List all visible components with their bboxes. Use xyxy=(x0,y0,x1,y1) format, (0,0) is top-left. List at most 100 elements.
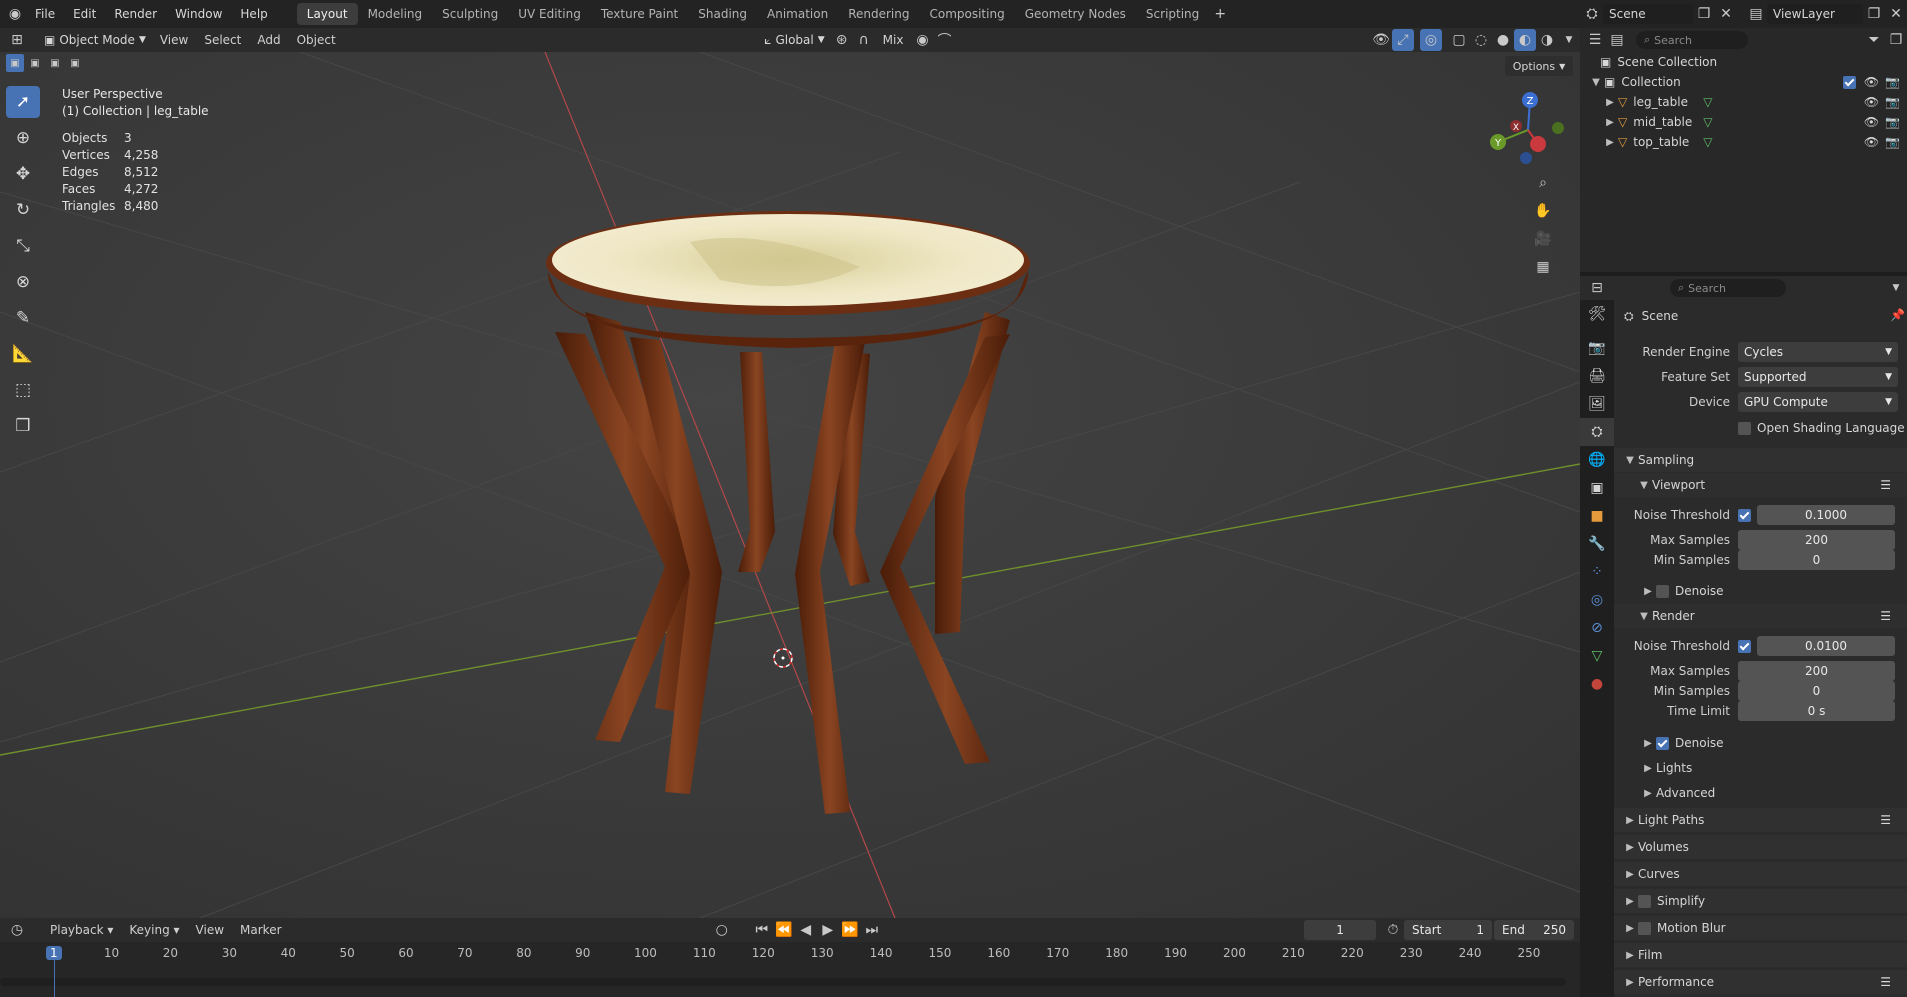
camera-icon[interactable]: 📷 xyxy=(1885,115,1900,129)
menu-edit[interactable]: Edit xyxy=(64,0,105,28)
menu-select[interactable]: Select xyxy=(196,30,249,50)
exclude-checkbox[interactable] xyxy=(1842,75,1856,89)
menu-object[interactable]: Object xyxy=(289,30,344,50)
properties-editor-icon[interactable]: ⊟ xyxy=(1586,277,1608,299)
view-layer-tab-icon[interactable]: 🖼 xyxy=(1580,390,1614,418)
outliner-row-top-table[interactable]: ▶ ▽ top_table ▽ 👁 📷 xyxy=(1602,132,1900,152)
viewport-noise-threshold-field[interactable]: 0.1000 xyxy=(1757,505,1895,525)
jump-keyframe-forward-icon[interactable]: ⏩ xyxy=(839,919,861,941)
pivot-icon[interactable]: ⊛ xyxy=(831,29,853,51)
snap-icon[interactable]: ∩ xyxy=(853,29,875,51)
end-frame-field[interactable]: End 250 xyxy=(1494,920,1575,940)
outliner-row-mid-table[interactable]: ▶ ▽ mid_table ▽ 👁 📷 xyxy=(1602,112,1900,132)
filter-icon[interactable]: ⏷ xyxy=(1863,29,1885,51)
tool-tab-icon[interactable]: 🛠 xyxy=(1580,300,1614,328)
tab-modeling[interactable]: Modeling xyxy=(358,3,433,25)
transform-tool-icon[interactable]: ⊗ xyxy=(6,266,40,298)
auto-key-icon[interactable]: ○ xyxy=(711,919,733,941)
menu-marker[interactable]: Marker xyxy=(232,920,289,940)
display-mode-icon[interactable]: ▤ xyxy=(1606,29,1628,51)
visibility-icon[interactable]: 👁 xyxy=(1370,29,1392,51)
wireframe-shading-icon[interactable]: ◌ xyxy=(1470,29,1492,51)
menu-view[interactable]: View xyxy=(152,30,196,50)
select-box-tool-icon[interactable]: ➚ xyxy=(6,86,40,118)
outliner-row-scene-collection[interactable]: ▣ Scene Collection xyxy=(1600,52,1717,72)
start-frame-field[interactable]: Start 1 xyxy=(1404,920,1493,940)
blender-logo-icon[interactable]: ◉ xyxy=(4,3,26,25)
panel-motion-blur[interactable]: ▶ Motion Blur xyxy=(1614,916,1907,940)
menu-help[interactable]: Help xyxy=(231,0,276,28)
menu-render[interactable]: Render xyxy=(105,0,166,28)
material-tab-icon[interactable]: ● xyxy=(1580,670,1614,698)
solid-shading-icon[interactable]: ● xyxy=(1492,29,1514,51)
select-subtract-icon[interactable]: ▣ xyxy=(46,54,64,72)
panel-curves[interactable]: ▶ Curves xyxy=(1614,862,1907,886)
rendered-shading-icon[interactable]: ◑ xyxy=(1536,29,1558,51)
eye-icon[interactable]: 👁 xyxy=(1864,115,1879,129)
simplify-checkbox[interactable] xyxy=(1638,894,1651,908)
chevron-right-icon[interactable]: ▶ xyxy=(1602,97,1618,108)
xray-icon[interactable]: ▢ xyxy=(1448,29,1470,51)
play-reverse-icon[interactable]: ◀ xyxy=(795,919,817,941)
overlay-toggle-icon[interactable]: ◎ xyxy=(1420,29,1442,51)
motion-blur-checkbox[interactable] xyxy=(1638,921,1651,935)
outliner-editor-icon[interactable]: ☰ xyxy=(1584,29,1606,51)
select-intersect-icon[interactable]: ▣ xyxy=(66,54,84,72)
menu-add[interactable]: Add xyxy=(249,30,288,50)
outliner-search-input[interactable]: ⌕ Search xyxy=(1636,31,1748,49)
chevron-right-icon[interactable]: ▶ xyxy=(1602,137,1618,148)
time-limit-field[interactable]: 0 s xyxy=(1738,701,1895,721)
constraints-tab-icon[interactable]: ⊘ xyxy=(1580,614,1614,642)
render-engine-select[interactable]: Cycles ▼ xyxy=(1738,342,1898,362)
osl-checkbox[interactable] xyxy=(1738,421,1751,435)
tab-uv-editing[interactable]: UV Editing xyxy=(508,3,591,25)
menu-keying[interactable]: Keying ▾ xyxy=(121,920,187,940)
chevron-right-icon[interactable]: ▶ xyxy=(1602,117,1618,128)
zoom-icon[interactable]: ⌕ xyxy=(1532,172,1554,194)
options-dropdown[interactable]: Options ▼ xyxy=(1505,56,1573,76)
output-tab-icon[interactable]: 🖨 xyxy=(1580,362,1614,390)
outliner-row-leg-table[interactable]: ▶ ▽ leg_table ▽ 👁 📷 xyxy=(1602,92,1900,112)
camera-icon[interactable]: 📷 xyxy=(1885,75,1900,89)
new-collection-icon[interactable]: ❐ xyxy=(1885,29,1907,51)
timeline-ruler[interactable]: 1 10 20 30 40 50 60 70 80 90 100 110 120 130 140 150 160… xyxy=(0,942,1580,997)
playhead-frame[interactable]: 1 xyxy=(46,946,62,960)
viewport-max-samples-field[interactable]: 200 xyxy=(1738,530,1895,550)
menu-window[interactable]: Window xyxy=(166,0,231,28)
jump-end-icon[interactable]: ⏭ xyxy=(861,919,883,941)
view-layer-icon[interactable]: ▤ xyxy=(1745,3,1767,25)
feature-set-select[interactable]: Supported ▼ xyxy=(1738,367,1898,387)
pin-icon[interactable]: 📌 xyxy=(1890,308,1905,322)
list-icon[interactable]: ☰ xyxy=(1880,478,1891,492)
render-noise-threshold-field[interactable]: 0.0100 xyxy=(1757,636,1895,656)
render-tab-icon[interactable]: 📷 xyxy=(1580,334,1614,362)
scene-icon[interactable]: ⛭ xyxy=(1581,3,1603,25)
tab-rendering[interactable]: Rendering xyxy=(838,3,919,25)
particles-tab-icon[interactable]: ⁘ xyxy=(1580,558,1614,586)
object-tab-icon[interactable]: ■ xyxy=(1580,502,1614,530)
panel-simplify[interactable]: ▶ Simplify xyxy=(1614,889,1907,913)
viewport-min-samples-field[interactable]: 0 xyxy=(1738,550,1895,570)
scale-tool-icon[interactable]: ⤡ xyxy=(6,230,40,262)
falloff-icon[interactable]: ⌒ xyxy=(933,29,955,51)
current-frame-field[interactable]: 1 xyxy=(1304,920,1377,940)
tab-texture-paint[interactable]: Texture Paint xyxy=(591,3,688,25)
menu-playback[interactable]: Playback ▾ xyxy=(42,920,121,940)
world-tab-icon[interactable]: 🌐 xyxy=(1580,446,1614,474)
perspective-toggle-icon[interactable]: ▦ xyxy=(1532,256,1554,278)
eye-icon[interactable]: 👁 xyxy=(1864,75,1879,89)
scene-name[interactable]: Scene xyxy=(1603,4,1693,24)
list-icon[interactable]: ☰ xyxy=(1880,609,1891,623)
menu-file[interactable]: File xyxy=(26,0,64,28)
viewport-noise-threshold-checkbox[interactable] xyxy=(1738,508,1751,522)
outliner-row-collection[interactable]: ▼ ▣ Collection 👁 📷 xyxy=(1588,72,1900,92)
panel-sampling-viewport[interactable]: ▼ Viewport ☰ xyxy=(1614,473,1907,497)
render-noise-threshold-checkbox[interactable] xyxy=(1738,639,1751,653)
collection-tab-icon[interactable]: ▣ xyxy=(1580,474,1614,502)
jump-keyframe-back-icon[interactable]: ⏪ xyxy=(773,919,795,941)
editor-type-icon[interactable]: ⊞ xyxy=(6,29,28,51)
timeline-scrollbar[interactable] xyxy=(0,978,1566,986)
device-select[interactable]: GPU Compute ▼ xyxy=(1738,392,1898,412)
render-denoise-row[interactable]: ▶ Denoise xyxy=(1640,733,1723,753)
cursor-tool-icon[interactable]: ⊕ xyxy=(6,122,40,154)
